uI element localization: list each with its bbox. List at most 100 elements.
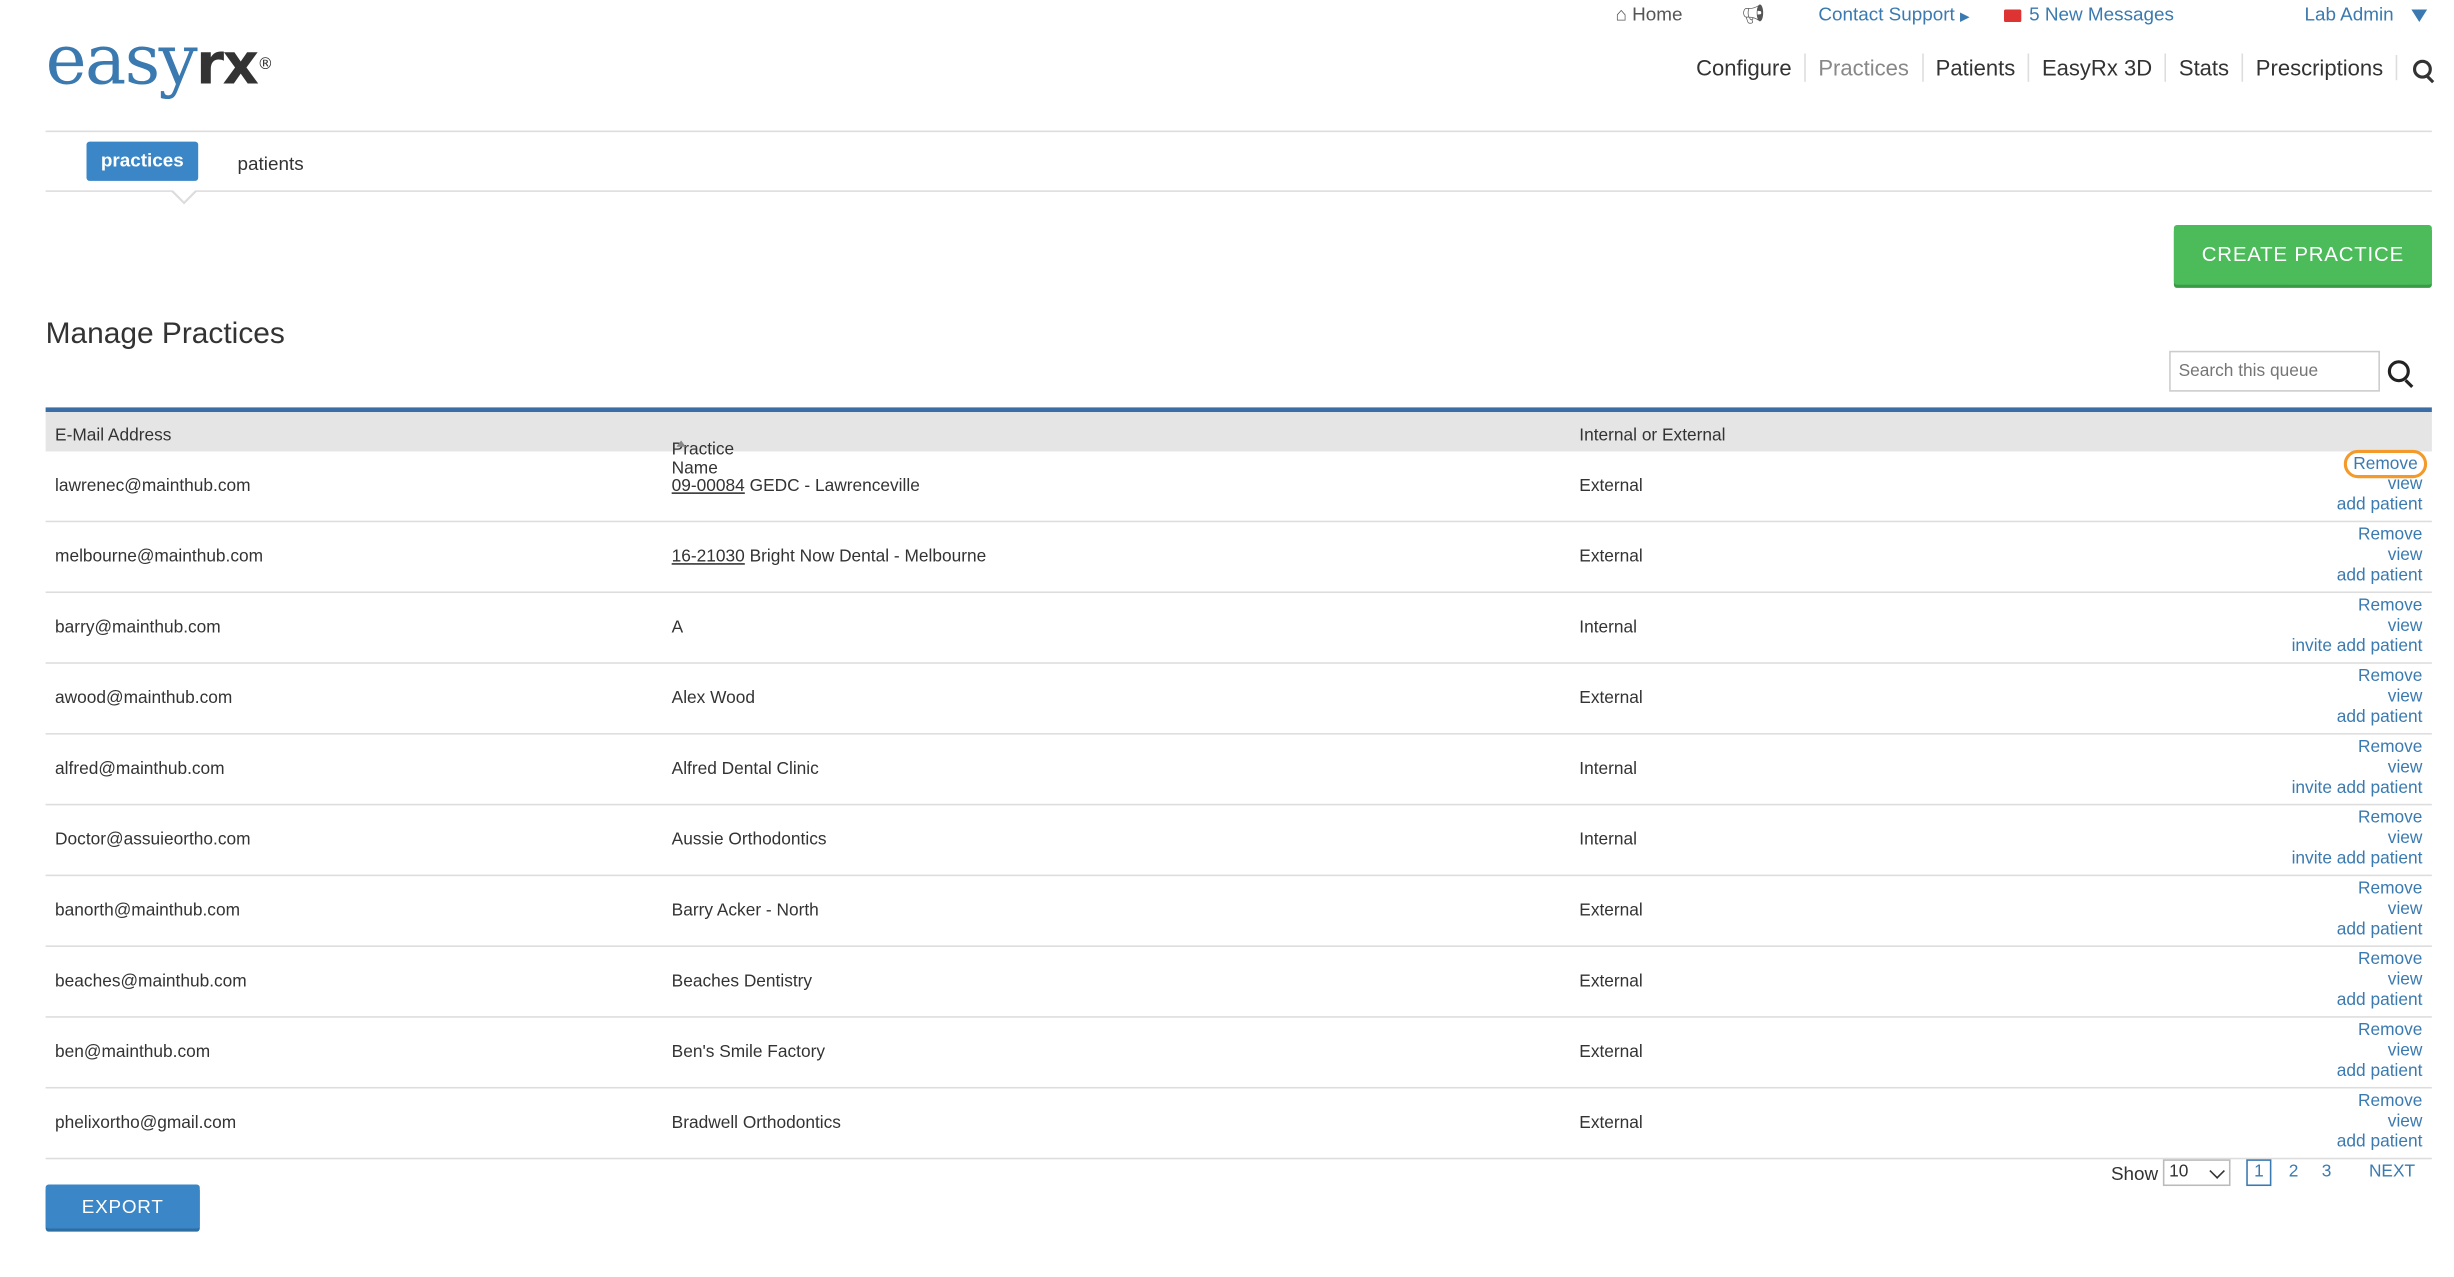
row-actions: Remove view add patient	[2337, 1021, 2423, 1082]
sort-asc-icon	[676, 440, 686, 447]
table-row: banorth@mainthub.com Barry Acker - North E…	[45, 876, 2432, 947]
email-cell: barry@mainthub.com	[55, 618, 221, 638]
practice-name-cell: Bradwell Orthodontics	[672, 1114, 841, 1133]
logo-rx: rx	[196, 33, 259, 98]
view-link[interactable]: view	[2337, 1112, 2423, 1132]
practice-name: Barry Acker - North	[671, 901, 819, 921]
page-title: Manage Practices	[45, 317, 285, 351]
add-patient-link[interactable]: add patient	[2337, 1133, 2423, 1153]
practices-table: E-Mail Address Practice Name Internal or…	[45, 407, 2432, 1160]
remove-link[interactable]: Remove	[2358, 667, 2422, 686]
practice-name-cell: 16-21030 Bright Now Dental - Melbourne	[672, 547, 987, 566]
row-actions: Remove view add patient	[2337, 1092, 2423, 1153]
view-link[interactable]: view	[2292, 617, 2423, 637]
nav-patients[interactable]: Patients	[1921, 53, 2027, 82]
col-type[interactable]: Internal or External	[1579, 426, 1725, 445]
email-cell: ben@mainthub.com	[55, 1042, 211, 1062]
add-patient-link[interactable]: add patient	[2337, 1062, 2423, 1082]
view-link[interactable]: view	[2337, 971, 2423, 991]
create-practice-button[interactable]: CREATE PRACTICE	[2173, 224, 2432, 285]
remove-link[interactable]: Remove	[2358, 525, 2422, 544]
type-cell: External	[1579, 1042, 1643, 1062]
add-patient-link[interactable]: add patient	[2337, 566, 2423, 586]
page-3[interactable]: 3	[2322, 1162, 2332, 1181]
table-row: beaches@mainthub.com Beaches Dentistry Ext…	[45, 947, 2432, 1018]
row-actions: Remove view invite add patient	[2292, 809, 2423, 870]
subtab-patients[interactable]: patients	[238, 153, 304, 175]
megaphone-icon[interactable]: 📢︎	[1741, 3, 1765, 25]
add-patient-link[interactable]: invite add patient	[2292, 849, 2423, 869]
messages-link[interactable]: 5 New Messages	[2004, 3, 2174, 25]
dropdown-arrow-icon	[2411, 9, 2428, 22]
export-button[interactable]: EXPORT	[45, 1184, 200, 1229]
view-link[interactable]: view	[2337, 546, 2423, 566]
user-menu[interactable]: Lab Admin	[2304, 3, 2428, 26]
practice-name: Bradwell Orthodontics	[671, 1113, 841, 1133]
practice-name: Alfred Dental Clinic	[671, 759, 819, 779]
easyrx-logo[interactable]: easyrx®	[45, 20, 274, 105]
add-patient-link[interactable]: invite add patient	[2292, 637, 2423, 657]
add-patient-link[interactable]: add patient	[2337, 708, 2423, 728]
table-row: melbourne@mainthub.com 16-21030 Bright No…	[45, 522, 2432, 594]
messages-label: 5 New Messages	[2029, 3, 2174, 26]
row-actions: Remove view add patient	[2337, 879, 2423, 940]
logo-registered: ®	[257, 56, 274, 74]
remove-link[interactable]: Remove	[2358, 809, 2422, 828]
add-patient-link[interactable]: add patient	[2337, 495, 2423, 515]
subtab-practices[interactable]: practices	[86, 141, 199, 181]
table-row: alfred@mainthub.com Alfred Dental Clinic I…	[45, 735, 2432, 806]
practice-name: GEDC - Lawrenceville	[749, 476, 920, 496]
show-label: Show	[2110, 1162, 2159, 1185]
remove-link[interactable]: Remove	[2358, 738, 2422, 757]
page-2[interactable]: 2	[2289, 1162, 2299, 1181]
add-patient-link[interactable]: add patient	[2337, 920, 2423, 940]
practice-name-cell: 09-00084 GEDC - Lawrenceville	[672, 477, 920, 496]
view-link[interactable]: view	[2337, 687, 2423, 707]
col-email[interactable]: E-Mail Address	[55, 426, 171, 445]
practice-name-cell: Aussie Orthodontics	[672, 831, 827, 850]
remove-link[interactable]: Remove	[2358, 879, 2422, 898]
page-1[interactable]: 1	[2246, 1159, 2272, 1187]
logo-text: easy	[45, 20, 198, 101]
search-icon[interactable]	[2387, 360, 2410, 383]
page-size-select[interactable]: 10	[2162, 1159, 2231, 1187]
search-input[interactable]	[2169, 350, 2380, 392]
type-cell: External	[1579, 547, 1643, 567]
contact-support-link[interactable]: Contact Support ▶	[1818, 3, 1969, 25]
nav-stats[interactable]: Stats	[2164, 53, 2242, 82]
add-patient-link[interactable]: add patient	[2337, 991, 2423, 1011]
practice-name: Ben's Smile Factory	[671, 1042, 825, 1062]
email-cell: beaches@mainthub.com	[55, 972, 247, 991]
practice-code-link[interactable]: 09-00084	[672, 477, 745, 496]
practice-name-cell: Alex Wood	[672, 689, 755, 708]
remove-link[interactable]: Remove	[2358, 950, 2422, 969]
remove-link[interactable]: Remove	[2358, 596, 2422, 615]
remove-link[interactable]: Remove	[2343, 449, 2428, 479]
type-cell: External	[1579, 901, 1643, 921]
view-link[interactable]: view	[2292, 829, 2423, 849]
view-link[interactable]: view	[2292, 758, 2423, 778]
home-link[interactable]: ⌂ Home	[1615, 3, 1682, 25]
add-patient-link[interactable]: invite add patient	[2292, 779, 2423, 799]
table-row: ben@mainthub.com Ben's Smile Factory Exter…	[45, 1018, 2432, 1089]
email-cell: awood@mainthub.com	[55, 688, 233, 708]
nav-prescriptions[interactable]: Prescriptions	[2241, 53, 2396, 82]
nav-search-button[interactable]	[2395, 55, 2432, 81]
practice-name-cell: Beaches Dentistry	[672, 972, 812, 991]
nav-practices[interactable]: Practices	[1804, 53, 1921, 82]
view-link[interactable]: view	[2337, 475, 2423, 495]
user-name: Lab Admin	[2304, 3, 2394, 26]
remove-link[interactable]: Remove	[2358, 1092, 2422, 1111]
practice-name-cell: Barry Acker - North	[672, 901, 819, 920]
practice-name-cell: A	[672, 618, 684, 637]
row-actions: Remove view invite add patient	[2292, 738, 2423, 799]
practice-code-link[interactable]: 16-21030	[672, 547, 745, 566]
remove-link[interactable]: Remove	[2358, 1021, 2422, 1040]
nav-easyrx-3d[interactable]: EasyRx 3D	[2027, 53, 2165, 82]
view-link[interactable]: view	[2337, 1041, 2423, 1061]
type-cell: Internal	[1579, 618, 1638, 638]
next-page-link[interactable]: NEXT	[2369, 1162, 2415, 1181]
nav-configure[interactable]: Configure	[1684, 53, 1805, 81]
type-cell: External	[1579, 1113, 1643, 1133]
view-link[interactable]: view	[2337, 900, 2423, 920]
